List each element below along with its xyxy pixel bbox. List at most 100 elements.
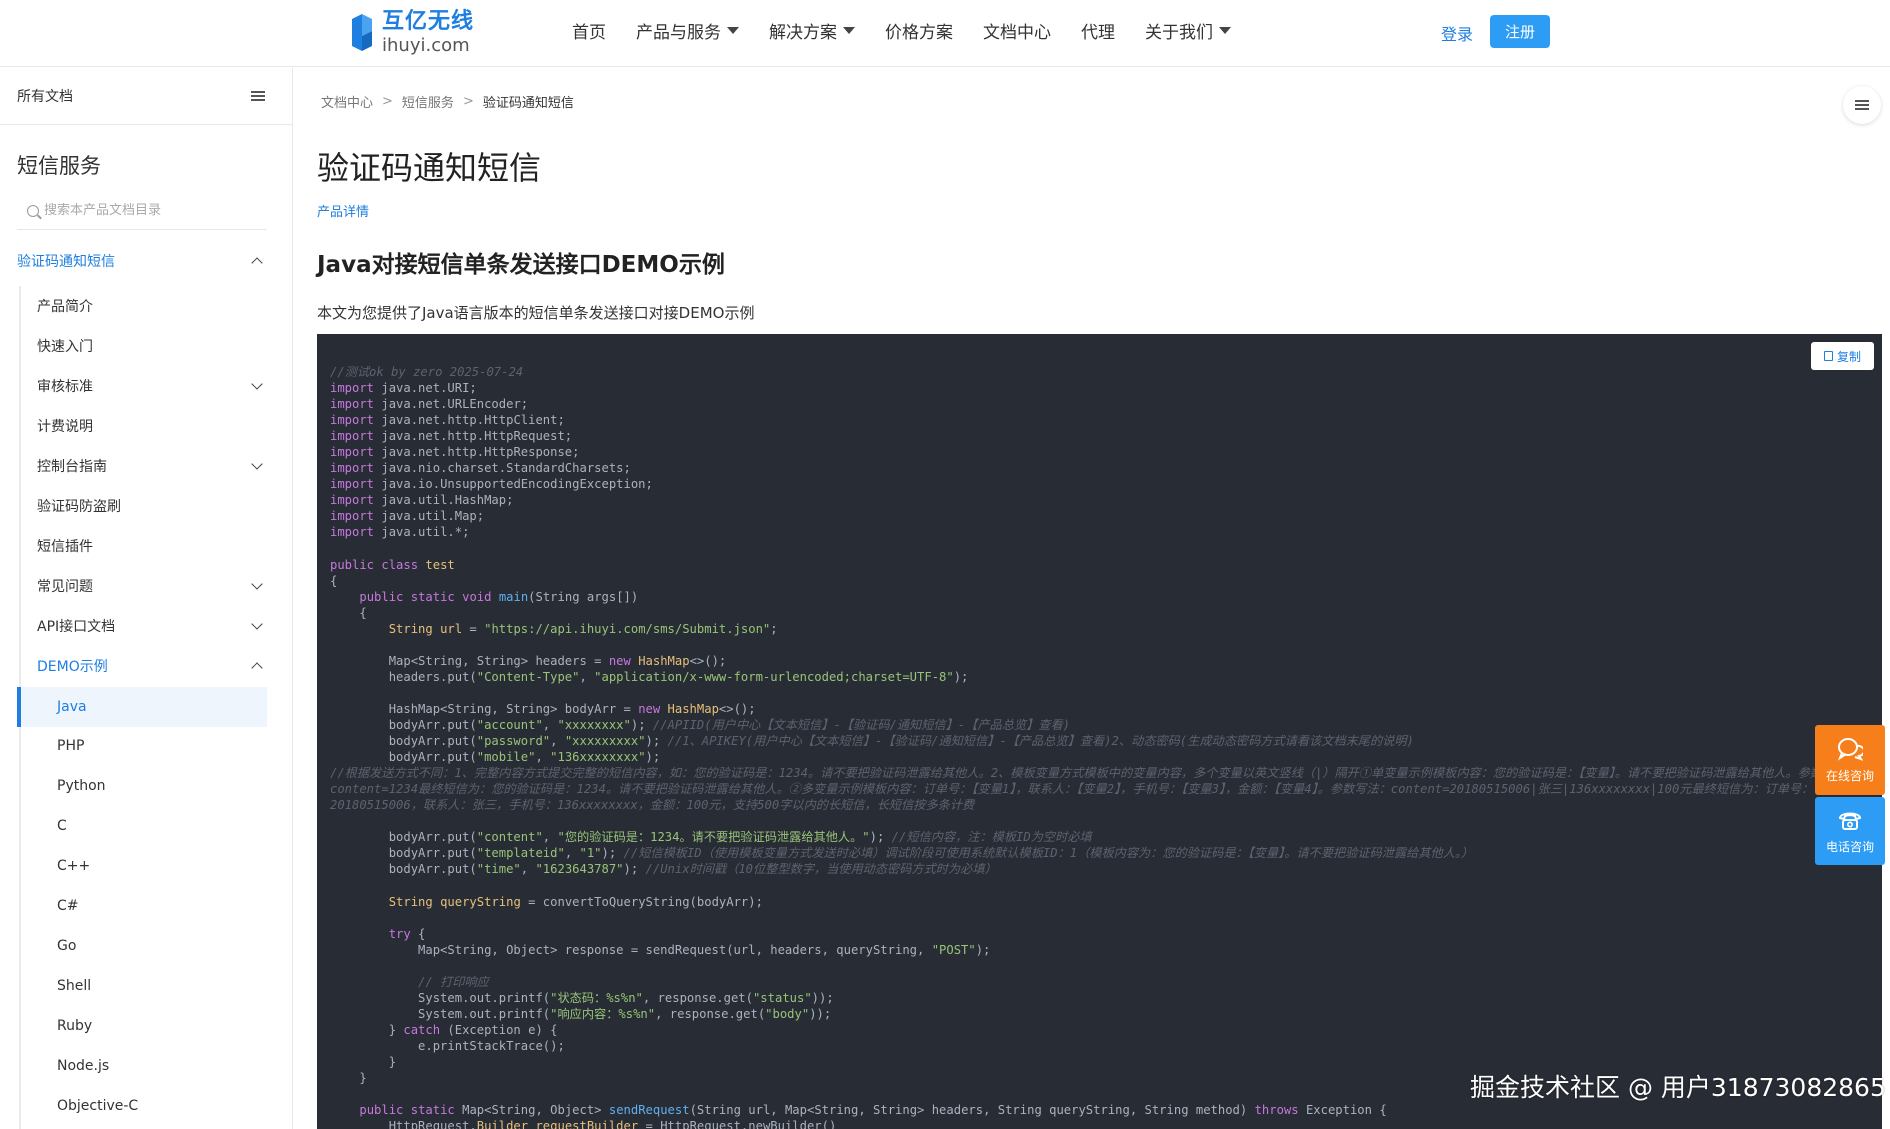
nav-item[interactable]: 关于我们 xyxy=(1145,18,1231,43)
nav-item[interactable]: 解决方案 xyxy=(769,18,855,43)
nav-item[interactable]: 代理 xyxy=(1081,18,1115,43)
code-token: static xyxy=(410,589,455,604)
code-token: "状态码：%s%n" xyxy=(550,990,643,1005)
code-token: import xyxy=(330,445,375,460)
sidebar-item-label: 短信插件 xyxy=(37,539,93,555)
code-token: import xyxy=(330,381,375,396)
code-token: import xyxy=(330,477,375,492)
sidebar-item[interactable]: 产品简介 xyxy=(37,286,267,326)
code-token: ; xyxy=(770,621,778,636)
copy-button[interactable]: 复制 xyxy=(1811,342,1874,370)
login-link[interactable]: 登录 xyxy=(1441,21,1473,45)
sidebar-item[interactable]: Objective-C xyxy=(21,1086,267,1126)
code-token: e.printStackTrace(); xyxy=(330,1038,565,1053)
search-input[interactable] xyxy=(44,203,254,218)
sidebar-item[interactable]: 验证码通知短信 xyxy=(17,241,267,281)
code-token: "1623643787" xyxy=(535,862,624,877)
sidebar-item[interactable]: PHP xyxy=(21,726,267,766)
sidebar-item[interactable]: Go xyxy=(21,926,267,966)
code-token: HashMap xyxy=(667,701,719,716)
sidebar-item-label: 审核标准 xyxy=(37,379,93,395)
code-token: import xyxy=(330,397,375,412)
code-token: , xyxy=(579,669,595,684)
nav-item[interactable]: 产品与服务 xyxy=(636,18,739,43)
code-token: "password" xyxy=(476,734,551,749)
code-token: String xyxy=(388,894,433,909)
phone-consult-button[interactable]: 电话咨询 xyxy=(1815,797,1885,865)
code-token: requestBuilder xyxy=(535,1119,639,1129)
code-token: <>(); xyxy=(718,701,756,716)
code-token: String xyxy=(388,621,433,636)
chevron-up-icon[interactable] xyxy=(251,662,263,674)
chevron-down-icon[interactable] xyxy=(251,458,263,470)
sidebar-item[interactable]: 验证码防盗刷 xyxy=(37,486,267,526)
all-docs-bar[interactable]: 所有文档 xyxy=(0,68,292,125)
list-icon[interactable] xyxy=(251,91,265,101)
code-token: "1" xyxy=(579,846,602,861)
code-token: static xyxy=(410,1103,455,1118)
nav-item[interactable]: 价格方案 xyxy=(885,18,953,43)
product-detail-link[interactable]: 产品详情 xyxy=(317,201,369,220)
code-token: Builder xyxy=(476,1119,529,1129)
sidebar-item[interactable]: C++ xyxy=(21,846,267,886)
code-token: new xyxy=(608,653,631,668)
code-block[interactable]: //测试ok by zero 2025-07-24 import java.ne… xyxy=(317,334,1882,1129)
sidebar-item[interactable]: 常见问题 xyxy=(37,566,267,606)
code-token: bodyArr.put( xyxy=(330,862,477,877)
code-token: class xyxy=(381,557,419,572)
sidebar-item-label: Python xyxy=(57,778,106,794)
code-token: java.net.http.HttpRequest; xyxy=(374,429,573,444)
brand-logo[interactable]: 互亿无线 ihuyi.com xyxy=(348,10,474,56)
sidebar-item[interactable]: Python xyxy=(21,766,267,806)
code-token: } xyxy=(330,1055,397,1070)
chevron-up-icon[interactable] xyxy=(251,257,263,269)
code-token: "body" xyxy=(765,1006,810,1021)
sidebar-item[interactable]: 计费说明 xyxy=(37,406,267,446)
sidebar-item[interactable]: DEMO示例 xyxy=(37,646,267,686)
sidebar-item[interactable]: Java xyxy=(21,687,267,727)
code-token: main xyxy=(498,589,529,604)
nav-item[interactable]: 首页 xyxy=(572,18,606,43)
sidebar-item[interactable]: 控制台指南 xyxy=(37,446,267,486)
code-token: , xyxy=(520,862,536,877)
sidebar-item[interactable]: Node.js xyxy=(21,1046,267,1086)
intro-text: 本文为您提供了Java语言版本的短信单条发送接口对接DEMO示例 xyxy=(317,304,755,322)
code-token: , xyxy=(535,750,551,765)
breadcrumb-item[interactable]: 短信服务 xyxy=(402,92,454,111)
sidebar-item[interactable]: API接口文档 xyxy=(37,606,267,646)
code-token: bodyArr.put( xyxy=(330,846,477,861)
sidebar-item-label: C xyxy=(57,818,67,834)
breadcrumb-separator: > xyxy=(382,94,393,109)
code-token: ); xyxy=(630,718,653,733)
breadcrumb-item[interactable]: 文档中心 xyxy=(321,92,373,111)
chevron-down-icon[interactable] xyxy=(251,378,263,390)
code-token: bodyArr.put( xyxy=(330,718,477,733)
code-token: } xyxy=(330,1022,404,1037)
chevron-down-icon[interactable] xyxy=(251,578,263,590)
code-token: //APIID(用户中心【文本短信】-【验证码/通知短信】-【产品总览】查看) xyxy=(652,718,1070,733)
sidebar-item[interactable]: 审核标准 xyxy=(37,366,267,406)
sidebar-item[interactable]: 快速入门 xyxy=(37,326,267,366)
code-token: , xyxy=(564,846,580,861)
code-token: { xyxy=(410,926,426,941)
code-token: try xyxy=(388,926,411,941)
sidebar-item-label: Node.js xyxy=(57,1058,110,1074)
sidebar-item[interactable]: Shell xyxy=(21,966,267,1006)
code-token: test xyxy=(425,557,455,572)
nav-item[interactable]: 文档中心 xyxy=(983,18,1051,43)
online-consult-button[interactable]: 在线咨询 xyxy=(1815,725,1885,795)
sidebar-item[interactable]: 短信插件 xyxy=(37,526,267,566)
code-token: ); xyxy=(601,846,624,861)
sidebar-item[interactable]: C xyxy=(21,806,267,846)
toc-toggle-button[interactable] xyxy=(1843,86,1881,124)
code-token: "https://api.ihuyi.com/sms/Submit.json" xyxy=(484,621,771,636)
sidebar-item[interactable]: C# xyxy=(21,886,267,926)
logo-en-text: ihuyi.com xyxy=(382,35,470,56)
register-button[interactable]: 注册 xyxy=(1490,15,1550,48)
menu-icon xyxy=(1855,100,1869,110)
sidebar-item[interactable]: Ruby xyxy=(21,1006,267,1046)
chevron-down-icon[interactable] xyxy=(251,618,263,630)
